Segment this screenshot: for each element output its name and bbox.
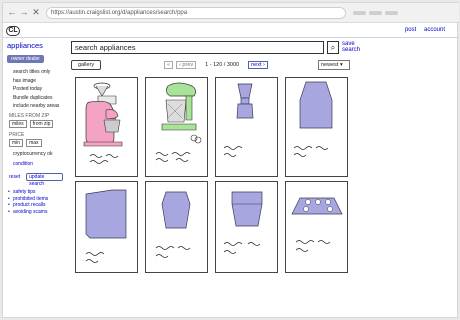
tab-placeholder-2[interactable] [369,11,382,15]
gallery-view-button[interactable]: gallery [71,60,101,70]
filter-sidebar: appliances owner dealer search titles on… [7,41,63,215]
filter-check[interactable]: Posted today [13,86,63,92]
first-page-button[interactable]: « [164,61,174,69]
forward-icon[interactable]: → [19,7,29,17]
results-range: 1 - 120 / 3000 [205,62,240,68]
site-header: CL post account [3,23,459,38]
post-link[interactable]: post [405,27,416,33]
price-max-input[interactable]: max [26,139,42,147]
category-title[interactable]: appliances [7,41,63,50]
listing-card[interactable] [145,77,208,177]
owner-dealer-toggle[interactable]: owner dealer [7,55,44,63]
pagination: « ‹ prev 1 - 120 / 3000 next › [164,60,268,70]
next-page-button[interactable]: next › [248,61,268,69]
sidebar-actions: reset update search [9,173,63,187]
filter-check[interactable]: has image [13,78,63,84]
box-appliance-image [85,189,127,263]
browser-window: ← → ✕ https://austin.craigslist.org/d/ap… [2,2,459,318]
save-search-link[interactable]: save search [342,41,360,53]
miles-input[interactable]: miles [9,120,27,128]
avoiding-scams-link[interactable]: avoiding scams [7,209,63,216]
listing-card[interactable] [75,181,138,273]
listing-card[interactable] [145,181,208,273]
cup-appliance-image [223,191,263,254]
listing-card[interactable] [215,181,278,273]
small-blender-image [223,83,254,157]
distance-row: miles from zip [9,120,63,128]
vase-appliance-image [155,191,191,258]
filter-check[interactable]: search titles only [13,69,63,75]
filter-check[interactable]: include nearby areas [13,103,63,109]
results-controls: gallery « ‹ prev 1 - 120 / 3000 next › n… [71,60,351,70]
distance-label: MILES FROM ZIP [9,113,50,119]
condition-link[interactable]: condition [13,161,63,167]
account-link[interactable]: account [424,27,445,33]
price-row: min max [9,139,63,147]
search-input[interactable]: search appliances [71,41,324,54]
tab-placeholder-1[interactable] [353,11,366,15]
large-blender-image [293,81,333,157]
green-stand-mixer-image [155,82,202,162]
listing-card[interactable] [75,77,138,177]
price-label: PRICE [9,132,25,138]
url-bar[interactable]: https://austin.craigslist.org/d/applianc… [46,7,346,19]
header-links: post account [399,27,445,33]
search-icon[interactable]: ⌕ [327,41,339,54]
listing-card[interactable] [215,77,278,177]
cooktop-image [291,197,343,252]
crypto-check[interactable]: cryptocurrency ok [13,151,63,157]
listing-card[interactable] [285,77,348,177]
reset-link[interactable]: reset [9,174,20,180]
price-min-input[interactable]: min [9,139,24,147]
sort-select[interactable]: newest ▾ [318,60,350,70]
update-search-button[interactable]: update search [26,173,63,187]
tab-placeholder-3[interactable] [385,11,398,15]
listing-card[interactable] [285,181,348,273]
zip-input[interactable]: from zip [29,120,54,128]
back-icon[interactable]: ← [7,7,17,17]
prev-page-button[interactable]: ‹ prev [176,61,197,69]
craigslist-logo[interactable]: CL [6,26,20,36]
help-links: safety tips prohibited items product rec… [7,189,63,215]
browser-toolbar: ← → ✕ https://austin.craigslist.org/d/ap… [3,3,459,23]
pink-stand-mixer-image [83,82,123,164]
stop-icon[interactable]: ✕ [31,7,41,17]
filter-check[interactable]: Bundle duplicates [13,95,63,101]
